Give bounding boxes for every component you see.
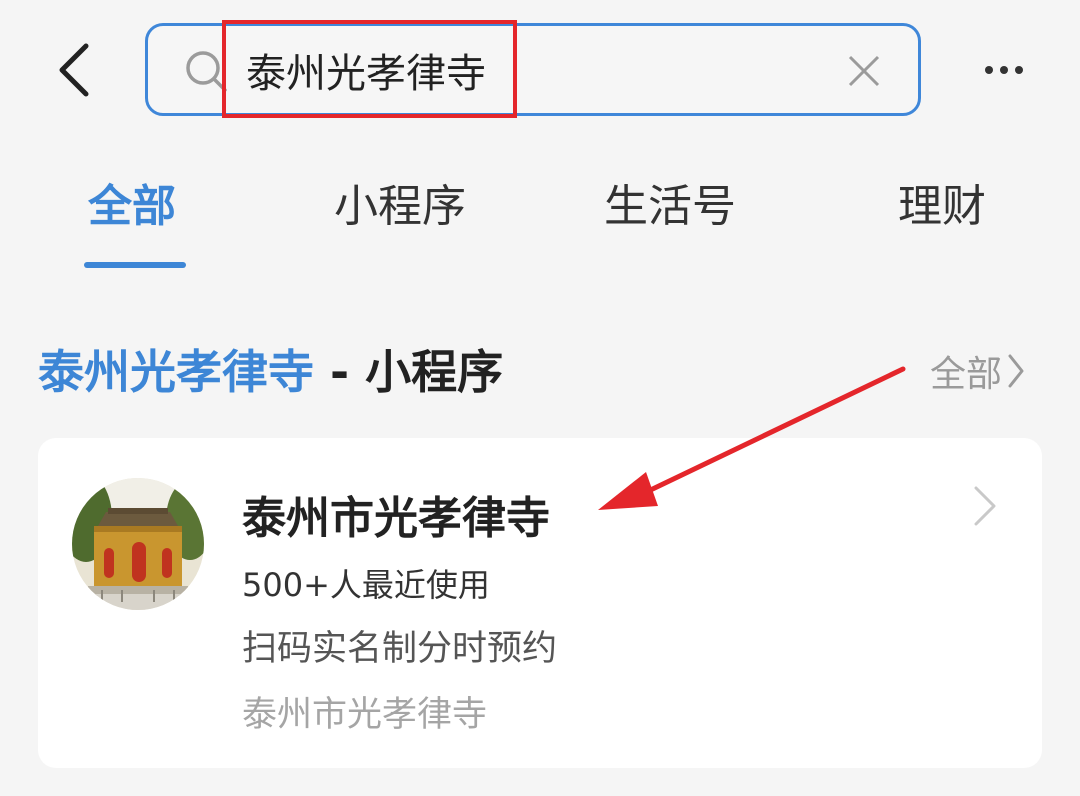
search-input[interactable]: [246, 38, 806, 102]
more-options-button[interactable]: [974, 50, 1034, 90]
active-tab-indicator: [84, 262, 186, 268]
chevron-left-icon: [59, 43, 89, 97]
more-dot: [1000, 66, 1008, 74]
section-more-label: 全部: [930, 354, 1003, 395]
temple-avatar: [72, 478, 204, 610]
search-icon: [186, 51, 227, 92]
section-separator: -: [314, 345, 366, 399]
section-keyword: 泰州光孝律寺: [38, 345, 314, 399]
temple-image: [72, 478, 204, 610]
tab-all[interactable]: 全部: [88, 170, 176, 234]
tab-life-accounts[interactable]: 生活号: [604, 170, 736, 234]
result-title: 泰州市光孝律寺: [242, 493, 550, 544]
section-title: 泰州光孝律寺 - 小程序: [38, 336, 503, 402]
mini-program-result-card[interactable]: 泰州市光孝律寺 500+人最近使用 扫码实名制分时预约 泰州市光孝律寺: [38, 438, 1042, 768]
result-description: 扫码实名制分时预约: [242, 629, 558, 669]
more-dot: [1015, 66, 1023, 74]
back-button[interactable]: [44, 30, 104, 110]
chevron-right-icon: [974, 486, 996, 526]
tab-finance[interactable]: 理财: [898, 170, 986, 234]
search-bar[interactable]: [145, 23, 921, 116]
section-more-link[interactable]: 全部: [930, 345, 1026, 397]
result-usage: 500+人最近使用: [242, 566, 490, 604]
section-category: 小程序: [365, 345, 504, 399]
more-dots-icon: [985, 66, 993, 74]
chevron-right-icon: [1008, 354, 1024, 388]
tab-mini-programs[interactable]: 小程序: [334, 170, 466, 234]
result-organization: 泰州市光孝律寺: [242, 695, 488, 735]
close-icon[interactable]: [844, 51, 884, 91]
